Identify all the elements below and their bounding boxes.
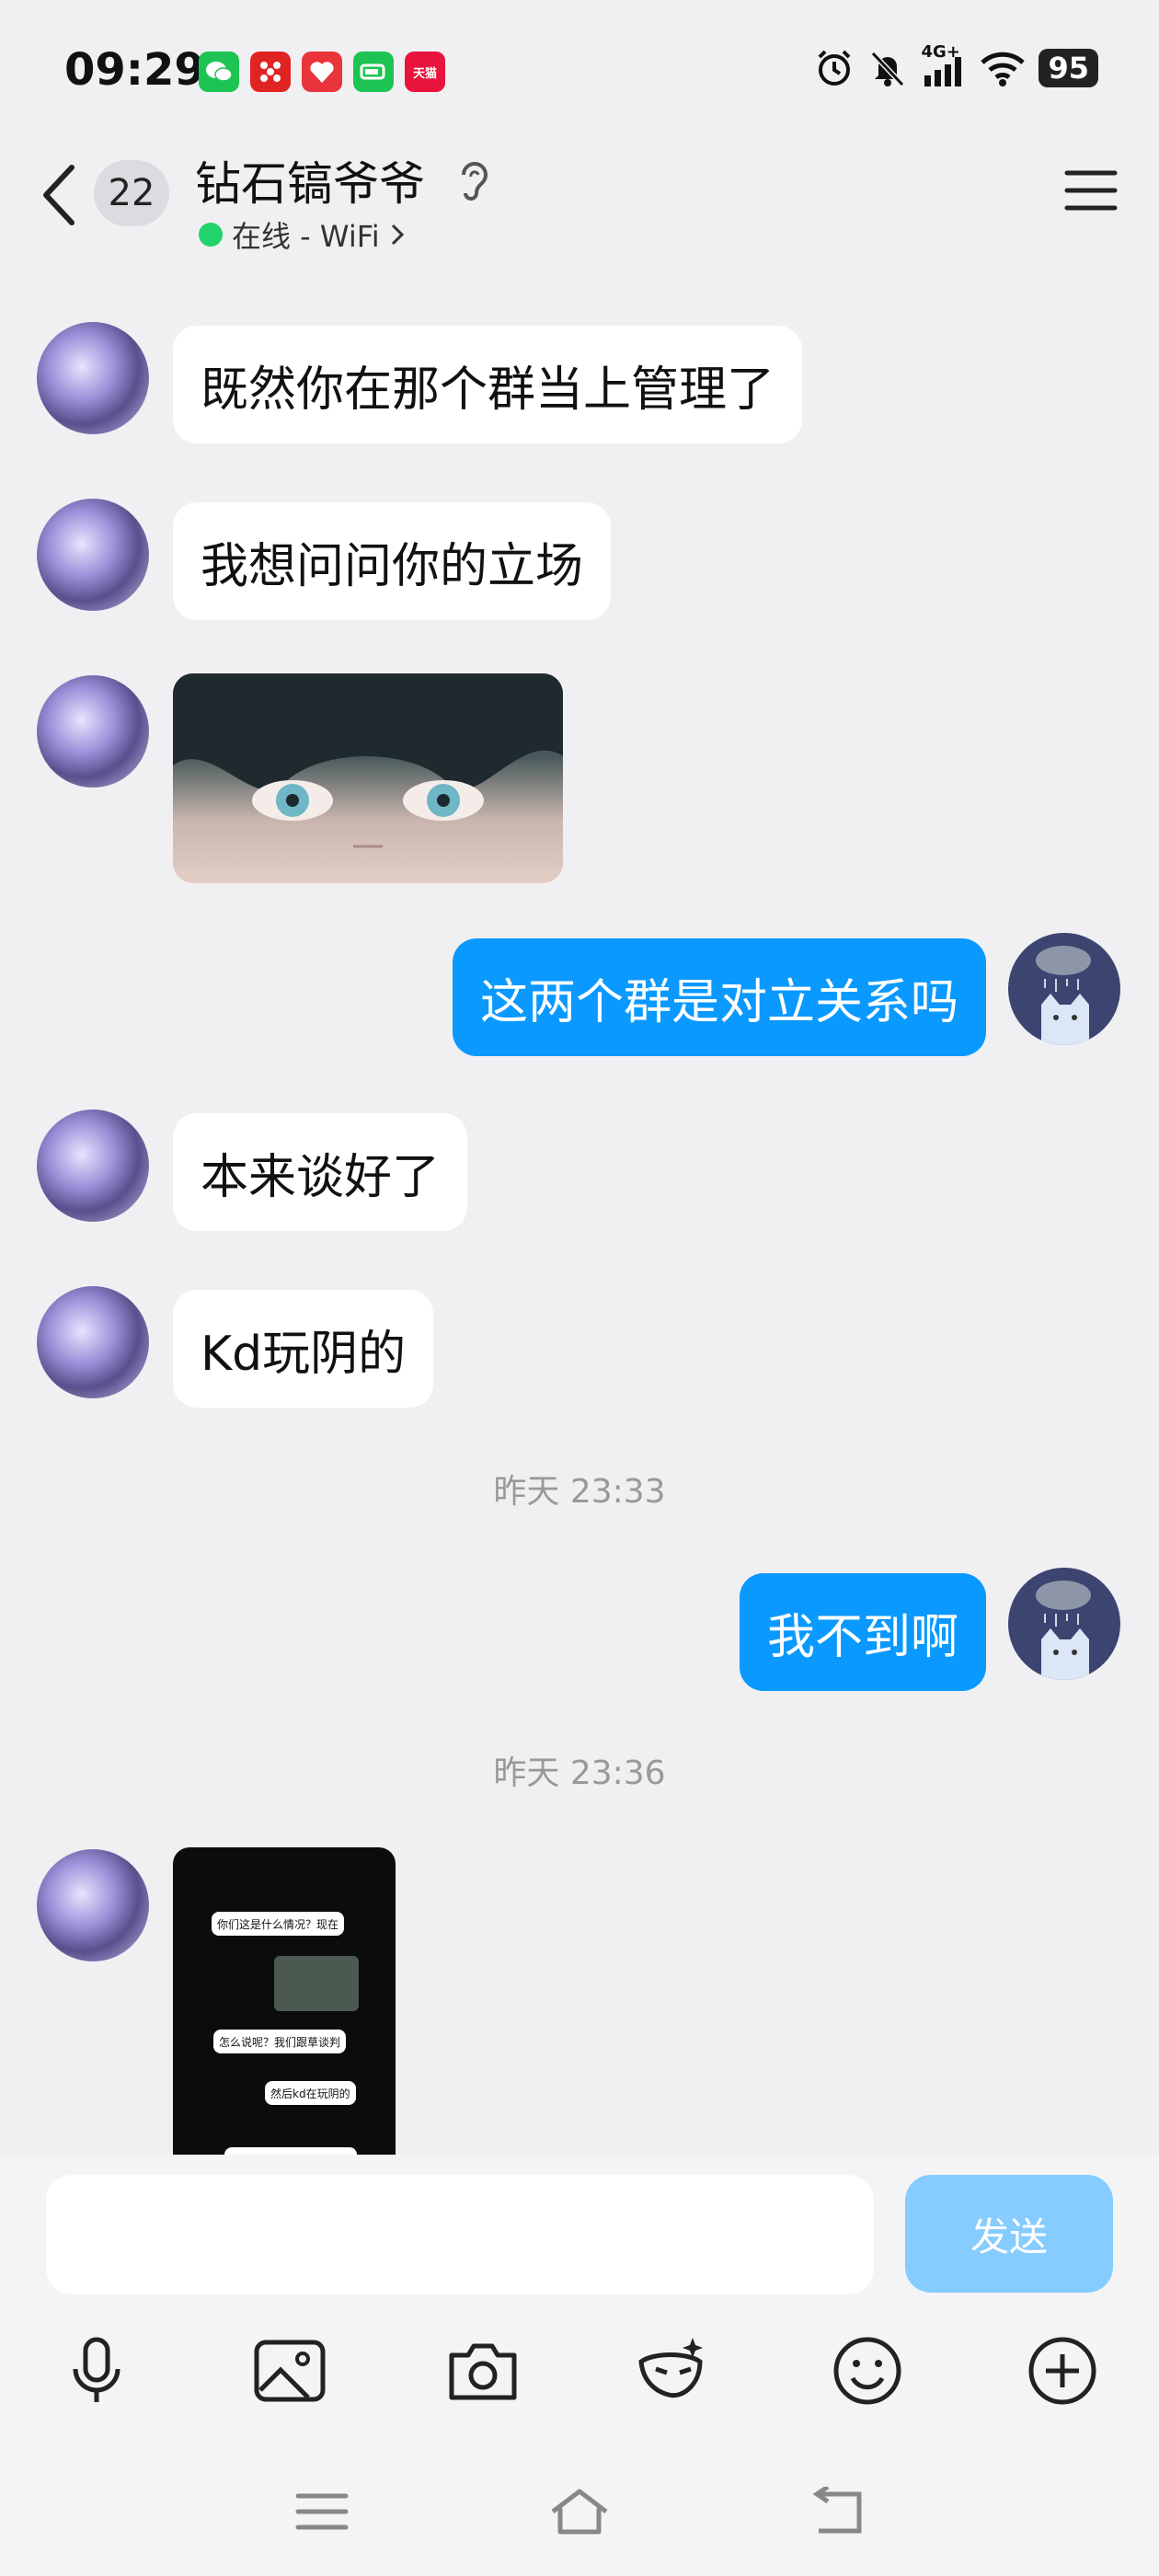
timestamp: 昨天 23:33 — [493, 1473, 666, 1511]
screenshot-image[interactable]: 你们这是什么情况？现在 怎么说呢？我们跟草谈判 然后kd在玩阴的 飞了一群一级小… — [173, 1847, 396, 2155]
recent-apps-button[interactable] — [285, 2484, 359, 2539]
network-type: 4G+ — [921, 42, 960, 62]
chat-header: 22 钻石镐爷爷 在线 - WiFi — [0, 138, 1159, 258]
mute-bell-icon — [871, 51, 905, 87]
back-button[interactable] — [37, 158, 83, 232]
battery-level: 95 — [1039, 49, 1098, 87]
image-icon — [254, 2340, 326, 2402]
chevron-right-icon — [391, 224, 404, 246]
cat-cloud-avatar-icon — [1036, 946, 1091, 1045]
mask-sparkle-icon — [638, 2338, 703, 2398]
pinduoduo-icon — [250, 52, 291, 92]
hamburger-menu-icon — [1064, 170, 1118, 211]
cat-cloud-avatar-icon — [1036, 1581, 1091, 1680]
home-button[interactable] — [543, 2484, 616, 2539]
camera-icon — [449, 2343, 517, 2400]
contact-avatar[interactable] — [37, 499, 149, 611]
message-bubble-received[interactable]: 既然你在那个群当上管理了 — [173, 326, 803, 443]
thumb-message: 飞了一群一级小号是吧？ — [224, 2147, 358, 2155]
unread-count-badge[interactable]: 22 — [94, 160, 169, 226]
system-icons: 4G+ 95 — [814, 42, 1098, 88]
menu-lines-icon — [295, 2493, 349, 2530]
thumb-image — [274, 1956, 359, 2011]
camera-button[interactable] — [442, 2329, 524, 2412]
send-button[interactable]: 发送 — [905, 2175, 1113, 2293]
ear-icon[interactable] — [456, 156, 493, 206]
contact-avatar[interactable] — [37, 1286, 149, 1398]
message-bubble-received[interactable]: Kd玩阴的 — [173, 1290, 434, 1408]
back-nav-button[interactable] — [800, 2484, 874, 2539]
battery-app-icon — [353, 52, 394, 92]
status-time: 09:29 — [64, 44, 205, 96]
online-status-text: 在线 - WiFi — [232, 219, 380, 254]
back-arrow-icon — [43, 165, 75, 225]
input-bar: 发送 — [0, 2155, 1159, 2302]
wifi-icon — [981, 52, 1026, 86]
sticker-image[interactable] — [173, 673, 563, 883]
emoji-button[interactable] — [826, 2329, 909, 2412]
contact-avatar[interactable] — [37, 675, 149, 788]
timestamp: 昨天 23:36 — [493, 1754, 666, 1792]
message-bubble-sent[interactable]: 我不到啊 — [739, 1573, 986, 1691]
sticker-button[interactable] — [631, 2329, 714, 2412]
thumb-message: 你们这是什么情况？现在 — [212, 1912, 345, 1936]
user-avatar[interactable] — [1008, 933, 1120, 1045]
thumb-message: 然后kd在玩阴的 — [265, 2081, 356, 2105]
message-bubble-received[interactable]: 本来谈好了 — [173, 1113, 468, 1231]
user-avatar[interactable] — [1008, 1568, 1120, 1680]
wechat-icon — [199, 52, 239, 92]
contact-avatar[interactable] — [37, 322, 149, 434]
online-status[interactable]: 在线 - WiFi — [199, 213, 406, 256]
back-nav-icon — [812, 2487, 862, 2534]
chat-messages[interactable]: 既然你在那个群当上管理了 我想问问你的立场 这两个群是对立关系吗 本来谈好了 K… — [0, 258, 1159, 2155]
heart-app-icon — [302, 52, 342, 92]
notification-icons: 天猫 — [199, 52, 445, 92]
chat-toolbar — [0, 2302, 1159, 2436]
contact-avatar[interactable] — [37, 1110, 149, 1222]
cellular-signal: 4G+ — [921, 42, 967, 88]
message-bubble-received[interactable]: 我想问问你的立场 — [173, 502, 612, 620]
thumb-message: 怎么说呢？我们跟草谈判 — [213, 2030, 347, 2053]
more-button[interactable] — [1021, 2329, 1104, 2412]
home-icon — [551, 2489, 608, 2535]
message-input[interactable] — [46, 2175, 874, 2294]
microphone-icon — [73, 2337, 120, 2402]
message-bubble-sent[interactable]: 这两个群是对立关系吗 — [452, 938, 986, 1056]
online-dot-icon — [199, 223, 223, 247]
status-bar: 09:29 天猫 4G+ 95 — [0, 0, 1159, 138]
menu-button[interactable] — [1063, 167, 1119, 217]
emoji-icon — [833, 2337, 901, 2405]
voice-button[interactable] — [55, 2329, 138, 2412]
tmall-icon: 天猫 — [405, 52, 445, 92]
contact-name[interactable]: 钻石镐爷爷 — [195, 147, 425, 213]
plus-circle-icon — [1028, 2337, 1096, 2405]
system-nav-bar — [0, 2436, 1159, 2576]
contact-avatar[interactable] — [37, 1849, 149, 1961]
alarm-icon — [819, 50, 851, 86]
image-button[interactable] — [248, 2329, 331, 2412]
